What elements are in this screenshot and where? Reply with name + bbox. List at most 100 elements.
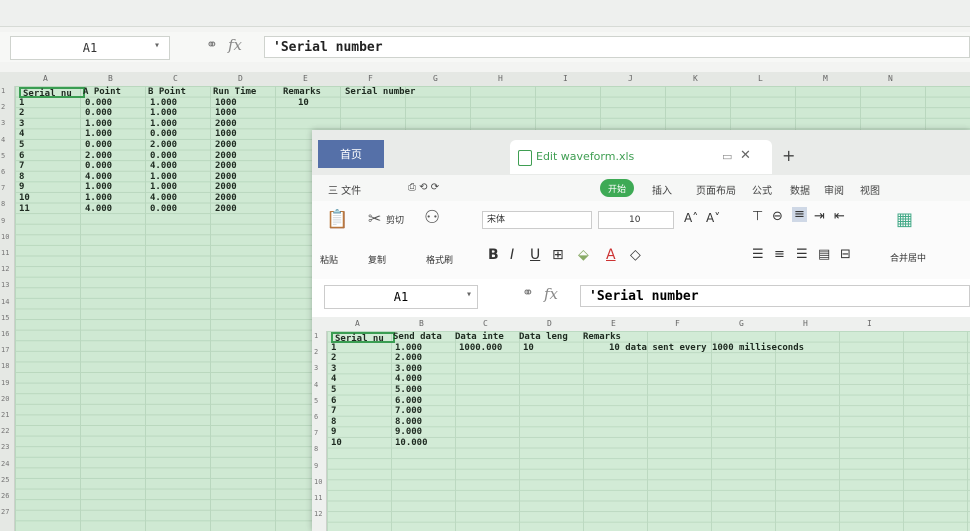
row-header[interactable]: 3 bbox=[314, 364, 318, 372]
function-icon[interactable]: fx bbox=[544, 285, 558, 303]
cell[interactable]: 2.000 bbox=[85, 151, 112, 161]
column-header[interactable]: B bbox=[419, 319, 424, 328]
cell[interactable]: Data inte bbox=[455, 332, 504, 342]
align-middle-icon[interactable]: ⊖ bbox=[772, 209, 783, 224]
cell[interactable]: 8.000 bbox=[395, 417, 422, 427]
menu-item[interactable]: 数据 bbox=[790, 182, 810, 197]
row-header[interactable]: 3 bbox=[1, 119, 5, 127]
cell[interactable]: 6 bbox=[331, 396, 336, 406]
row-header[interactable]: 23 bbox=[1, 443, 9, 451]
row-header[interactable]: 4 bbox=[314, 381, 318, 389]
cell[interactable]: 3.000 bbox=[395, 364, 422, 374]
column-header[interactable]: B bbox=[108, 74, 113, 83]
row-header[interactable]: 21 bbox=[1, 411, 9, 419]
close-icon[interactable]: ✕ bbox=[740, 148, 751, 163]
cell[interactable]: 2000 bbox=[215, 193, 237, 203]
cell[interactable]: 10.000 bbox=[395, 438, 428, 448]
cell[interactable]: 1.000 bbox=[150, 98, 177, 108]
inner-formula-input[interactable]: 'Serial number bbox=[580, 285, 970, 307]
cell[interactable]: 9.000 bbox=[395, 427, 422, 437]
column-header[interactable]: J bbox=[628, 74, 633, 83]
column-header[interactable]: F bbox=[675, 319, 680, 328]
column-header[interactable]: L bbox=[758, 74, 763, 83]
cell[interactable]: 0.000 bbox=[150, 204, 177, 214]
column-header[interactable]: H bbox=[803, 319, 808, 328]
column-header[interactable]: K bbox=[693, 74, 698, 83]
cell[interactable]: 3 bbox=[331, 364, 336, 374]
zoom-icon[interactable]: ⚭ bbox=[206, 37, 218, 53]
cell[interactable]: 4.000 bbox=[85, 172, 112, 182]
paste-icon[interactable]: 📋 bbox=[326, 209, 348, 230]
cell[interactable]: 1.000 bbox=[85, 182, 112, 192]
cell[interactable]: 10 bbox=[19, 193, 30, 203]
scissors-icon[interactable]: ✂ bbox=[368, 209, 381, 228]
cell[interactable]: 4 bbox=[19, 129, 24, 139]
cell[interactable]: 2000 bbox=[215, 140, 237, 150]
tab-document[interactable]: Edit waveform.xls ▭ ✕ bbox=[510, 140, 772, 174]
row-header[interactable]: 11 bbox=[1, 249, 9, 257]
cell[interactable]: 2000 bbox=[215, 151, 237, 161]
row-header[interactable]: 19 bbox=[1, 379, 9, 387]
cell[interactable]: 2000 bbox=[215, 182, 237, 192]
cell[interactable]: Serial nu bbox=[331, 332, 395, 344]
cell[interactable]: 7 bbox=[19, 161, 24, 171]
column-header[interactable]: G bbox=[433, 74, 438, 83]
column-header[interactable]: C bbox=[483, 319, 488, 328]
row-header[interactable]: 16 bbox=[1, 330, 9, 338]
cell[interactable]: 11 bbox=[19, 204, 30, 214]
menu-item[interactable]: 审阅 bbox=[824, 182, 844, 197]
cell[interactable]: 5 bbox=[331, 385, 336, 395]
inner-sheet-grid[interactable]: Serial nu Send data Data inte Data leng Rema… bbox=[327, 331, 970, 531]
cell[interactable]: 4.000 bbox=[150, 161, 177, 171]
row-header[interactable]: 11 bbox=[314, 494, 322, 502]
cell[interactable]: Remarks bbox=[283, 87, 321, 97]
new-tab-button[interactable]: + bbox=[782, 146, 795, 165]
copy-label[interactable]: 复制 bbox=[368, 253, 386, 266]
cell[interactable]: 1.000 bbox=[85, 129, 112, 139]
cell[interactable]: 6 bbox=[19, 151, 24, 161]
column-header[interactable]: D bbox=[547, 319, 552, 328]
column-header[interactable]: H bbox=[498, 74, 503, 83]
chevron-down-icon[interactable]: ▾ bbox=[466, 289, 472, 300]
menu-item-start[interactable]: 开始 bbox=[600, 179, 634, 197]
row-header[interactable]: 6 bbox=[314, 413, 318, 421]
indent-icon[interactable]: ⇥ bbox=[814, 209, 825, 224]
cell[interactable]: Serial number bbox=[345, 87, 415, 97]
menu-item[interactable]: 三 文件 bbox=[328, 182, 361, 197]
align-center-icon[interactable]: ≡ bbox=[774, 247, 785, 262]
row-header[interactable]: 9 bbox=[1, 217, 5, 225]
cell[interactable]: 8 bbox=[19, 172, 24, 182]
cell[interactable]: 8 bbox=[331, 417, 336, 427]
cell[interactable]: 0.000 bbox=[85, 108, 112, 118]
cell[interactable]: 1.000 bbox=[150, 108, 177, 118]
cell[interactable]: 0.000 bbox=[85, 140, 112, 150]
row-header[interactable]: 26 bbox=[1, 492, 9, 500]
row-header[interactable]: 13 bbox=[1, 281, 9, 289]
row-header[interactable]: 7 bbox=[314, 429, 318, 437]
menu-item[interactable]: 页面布局 bbox=[696, 182, 736, 197]
cell[interactable]: 2 bbox=[19, 108, 24, 118]
grow-font-icon[interactable]: A˄ bbox=[684, 211, 698, 225]
cell[interactable]: 0.000 bbox=[85, 98, 112, 108]
merge-center-label[interactable]: 合并居中 bbox=[890, 251, 926, 264]
row-header[interactable]: 2 bbox=[1, 103, 5, 111]
cell[interactable]: 1000 bbox=[215, 98, 237, 108]
cell[interactable]: 1000 bbox=[215, 108, 237, 118]
cell[interactable]: Remarks bbox=[583, 332, 621, 342]
cell[interactable]: 2000 bbox=[215, 161, 237, 171]
cell[interactable]: 7.000 bbox=[395, 406, 422, 416]
column-header[interactable]: A bbox=[43, 74, 48, 83]
row-header[interactable]: 17 bbox=[1, 346, 9, 354]
row-header[interactable]: 20 bbox=[1, 395, 9, 403]
row-header[interactable]: 9 bbox=[314, 462, 318, 470]
format-painter-icon[interactable]: ⚇ bbox=[424, 207, 440, 228]
row-header[interactable]: 1 bbox=[314, 332, 318, 340]
column-header[interactable]: E bbox=[611, 319, 616, 328]
zoom-icon[interactable]: ⚭ bbox=[522, 285, 534, 301]
row-header[interactable]: 1 bbox=[1, 87, 5, 95]
row-header[interactable]: 8 bbox=[1, 200, 5, 208]
undo-redo-icon[interactable]: ⎙ ⟲ ⟳ bbox=[408, 182, 439, 193]
underline-icon[interactable]: U bbox=[530, 247, 540, 263]
cell[interactable]: 7 bbox=[331, 406, 336, 416]
cell[interactable]: 5.000 bbox=[395, 385, 422, 395]
